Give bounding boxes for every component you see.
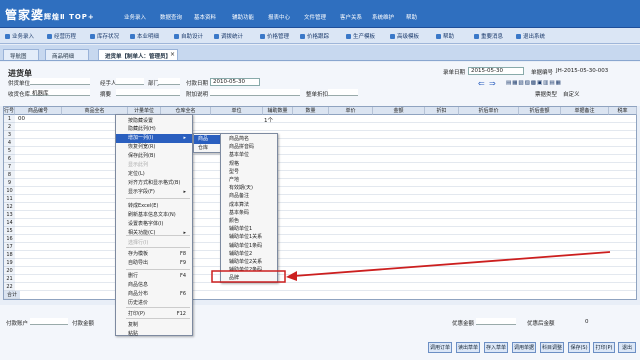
action-button[interactable]: 退出 <box>618 342 636 353</box>
action-button[interactable]: 存入草单 <box>484 342 508 353</box>
arrow-line <box>293 251 611 277</box>
highlight-box <box>211 270 286 283</box>
action-button[interactable]: 调用订单 <box>428 342 452 353</box>
action-button[interactable]: 打印(P) <box>593 342 615 353</box>
action-button[interactable]: 读出草单 <box>456 342 480 353</box>
annotation-arrow <box>211 251 611 283</box>
arrow-head <box>286 271 297 281</box>
action-button[interactable]: 调用单据 <box>512 342 536 353</box>
action-button[interactable]: 保存(S) <box>568 342 590 353</box>
action-button[interactable]: 科目调整 <box>540 342 564 353</box>
